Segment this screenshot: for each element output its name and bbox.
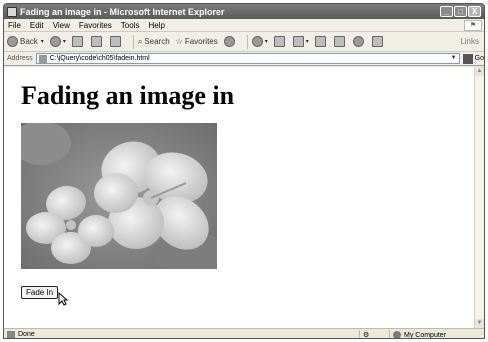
toolbar-separator	[132, 34, 134, 49]
maximize-button[interactable]: □	[454, 6, 467, 17]
menu-help[interactable]: Help	[148, 21, 164, 30]
print-dropdown-icon: ▾	[305, 39, 309, 45]
menu-edit[interactable]: Edit	[30, 21, 44, 30]
mail-button[interactable]	[273, 36, 287, 47]
forward-dropdown-icon: ▾	[62, 39, 66, 45]
address-bar: Address C:\jQuery\code\ch05\fadein.html …	[4, 52, 484, 66]
mail-icon	[273, 36, 285, 47]
discuss-icon	[333, 36, 345, 47]
research-icon	[371, 36, 383, 47]
go-button[interactable]: Go	[462, 53, 484, 64]
fade-in-button[interactable]: Fade In	[21, 286, 59, 299]
home-icon	[109, 36, 121, 47]
forward-arrow-icon	[49, 36, 61, 47]
go-arrow-icon	[462, 53, 473, 64]
windows-logo-icon: ⚑	[464, 20, 482, 31]
history-icon	[251, 36, 263, 47]
refresh-icon	[90, 36, 102, 47]
print-button[interactable]: ▾	[292, 36, 309, 47]
zone-text: My Computer	[404, 331, 447, 339]
vertical-scrollbar[interactable]: ▲ ▼	[474, 67, 484, 328]
star-icon: ☆	[175, 37, 183, 46]
done-page-icon	[7, 330, 15, 338]
address-label: Address	[7, 55, 33, 62]
search-icon: ⌕	[137, 36, 143, 46]
menu-tools[interactable]: Tools	[121, 21, 140, 30]
search-button[interactable]: ⌕ Search	[138, 37, 170, 47]
back-label: Back	[20, 37, 38, 46]
zone-pane: My Computer	[389, 330, 484, 339]
media-button[interactable]	[223, 36, 237, 47]
scroll-up-icon[interactable]: ▲	[475, 67, 484, 76]
address-dropdown-icon[interactable]: ▼	[450, 55, 458, 62]
favorites-button[interactable]: ☆ Favorites	[176, 37, 218, 46]
menu-bar: File Edit View Favorites Tools Help ⚑	[4, 19, 484, 32]
messenger-button[interactable]	[352, 36, 366, 47]
go-label: Go	[474, 55, 484, 62]
history-button[interactable]: ▾	[251, 36, 268, 47]
refresh-button[interactable]	[90, 36, 104, 47]
history-dropdown-icon: ▾	[264, 39, 268, 45]
toolbar-separator	[246, 34, 248, 49]
research-button[interactable]	[371, 36, 385, 47]
page-icon	[38, 54, 47, 63]
menu-favorites[interactable]: Favorites	[79, 21, 112, 30]
status-text: Done	[18, 331, 35, 338]
security-icon: ⚙	[363, 332, 370, 339]
flower-image	[21, 123, 217, 269]
stop-button[interactable]	[71, 36, 85, 47]
computer-icon	[393, 331, 401, 338]
window-title: Fading an image in - Microsoft Internet …	[20, 6, 225, 17]
mouse-pointer-icon	[58, 292, 68, 306]
browser-window: Fading an image in - Microsoft Internet …	[3, 3, 485, 339]
edit-button[interactable]	[314, 36, 328, 47]
title-bar: Fading an image in - Microsoft Internet …	[4, 4, 484, 19]
forward-button[interactable]: ▾	[49, 36, 66, 47]
status-bar: Done ⚙ My Computer	[4, 328, 484, 339]
security-pane: ⚙	[359, 330, 379, 339]
home-button[interactable]	[109, 36, 123, 47]
links-button[interactable]: Links	[460, 37, 479, 46]
back-dropdown-icon: ▾	[40, 39, 44, 45]
messenger-icon	[352, 36, 364, 47]
address-input[interactable]: C:\jQuery\code\ch05\fadein.html ▼	[35, 53, 460, 64]
back-button[interactable]: Back ▾	[7, 36, 44, 47]
back-arrow-icon	[7, 36, 18, 47]
minimize-button[interactable]: _	[440, 6, 453, 17]
menu-view[interactable]: View	[53, 21, 70, 30]
address-url: C:\jQuery\code\ch05\fadein.html	[49, 55, 150, 62]
stop-icon	[71, 36, 83, 47]
discuss-button[interactable]	[333, 36, 347, 47]
menu-file[interactable]: File	[8, 21, 21, 30]
hibiscus-flower-graphic	[21, 123, 217, 269]
toolbar: Back ▾ ▾ ⌕ Search ☆ Favorites ▾ ▾ Links	[4, 32, 484, 52]
media-icon	[223, 36, 235, 47]
page-viewport: Fading an image in Fade In ▲ ▼	[4, 67, 484, 328]
edit-icon	[314, 36, 326, 47]
page-heading: Fading an image in	[21, 81, 235, 110]
print-icon	[292, 36, 304, 47]
scroll-down-icon[interactable]: ▼	[475, 319, 484, 328]
search-label: Search	[144, 37, 170, 46]
favorites-label: Favorites	[184, 37, 218, 46]
close-button[interactable]: X	[468, 6, 481, 17]
ie-icon	[7, 6, 17, 17]
